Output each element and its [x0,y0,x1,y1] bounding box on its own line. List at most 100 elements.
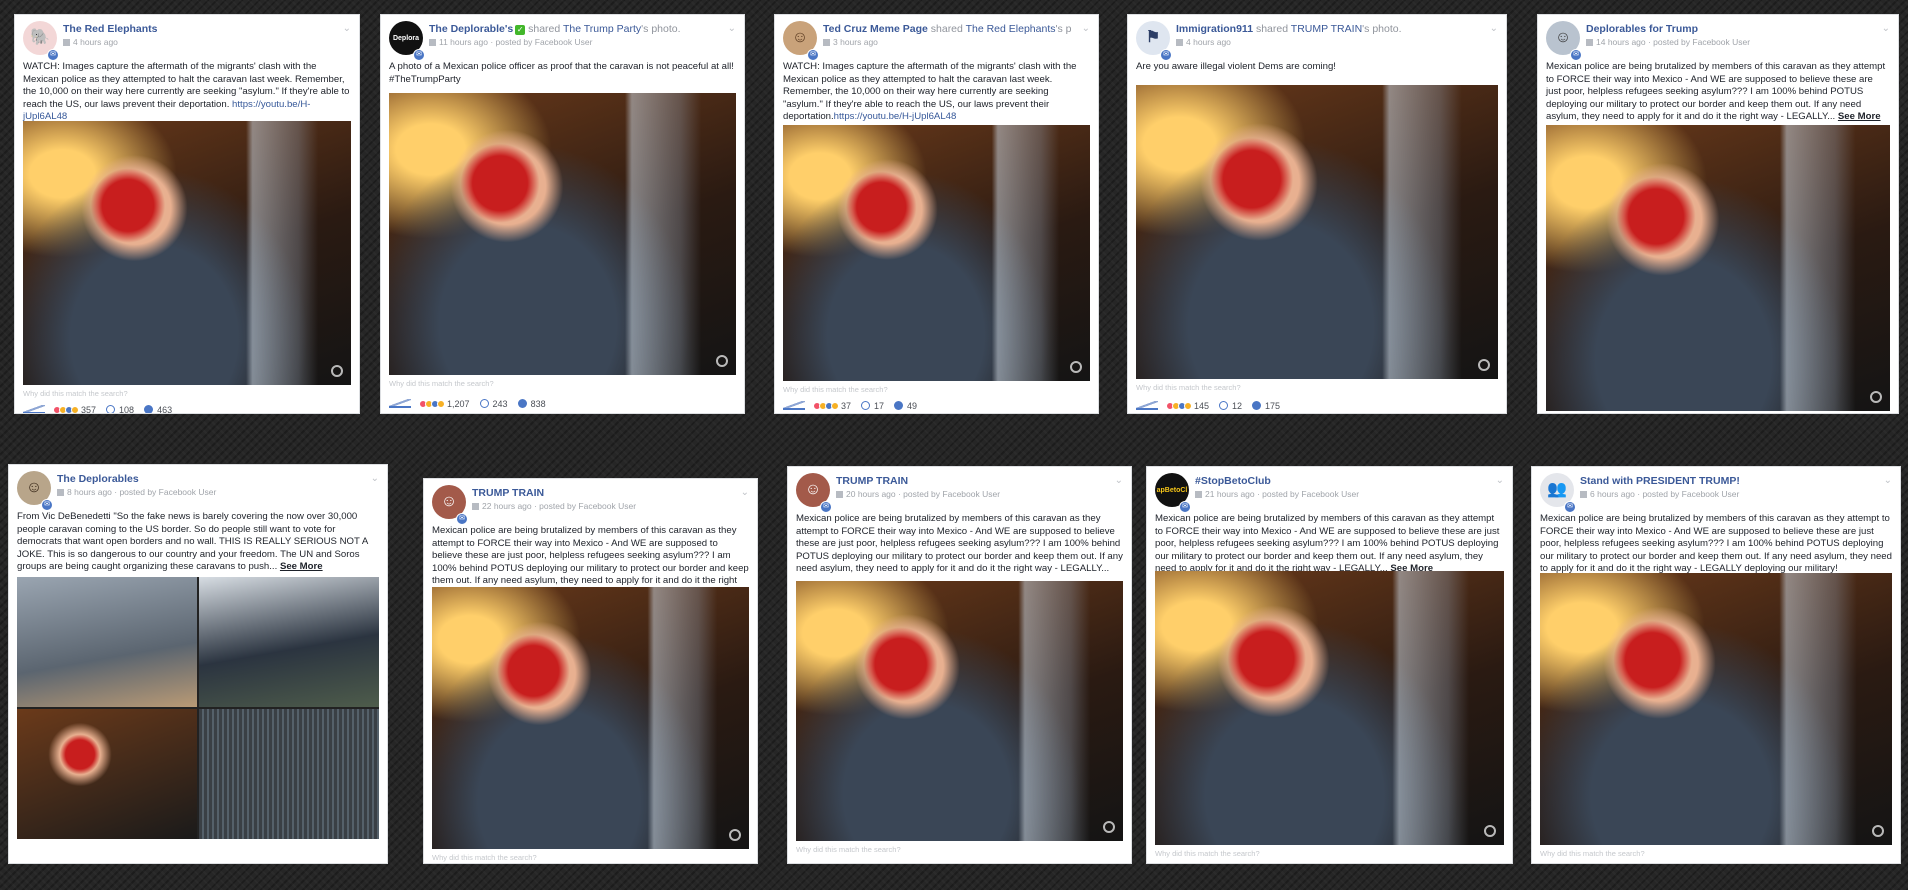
post-timestamp[interactable]: 4 hours ago [1186,37,1231,47]
post-message: Mexican police are being brutalized by m… [1540,513,1892,574]
shared-prefix: shared [1253,23,1291,35]
post-link[interactable]: https://youtu.be/H-jUpl6AL48 [834,111,957,122]
page-name-link[interactable]: Stand with PRESIDENT TRUMP! [1580,475,1740,487]
see-more-link[interactable]: See More [1838,111,1881,122]
why-match-link[interactable]: Why did this match the search? [796,845,901,854]
post-photo[interactable] [1136,85,1498,379]
post-message: A photo of a Mexican police officer as p… [389,61,734,85]
post-photo[interactable] [1155,571,1504,845]
post-timestamp[interactable]: 22 hours ago · posted by Facebook User [482,501,636,511]
shared-page-link[interactable]: TRUMP TRAIN [1291,23,1362,35]
share-count: 49 [907,401,918,411]
reaction-count: 37 [841,401,852,411]
post-header: Deplora ✉ The Deplorable's ✓ shared The Tru… [381,15,744,61]
page-badge-icon: ✉ [1564,501,1576,513]
post-card: 👥 ✉ Stand with PRESIDENT TRUMP! 6 hours ago… [1531,466,1901,864]
page-badge-icon: ✉ [413,49,425,61]
shared-suffix: 's photo. [641,23,681,35]
why-match-link[interactable]: Why did this match the search? [1136,383,1241,392]
page-badge-icon: ✉ [41,499,53,511]
shared-page-link[interactable]: The Trump Party [563,23,641,35]
shared-prefix: shared [927,23,966,35]
post-photo[interactable] [796,581,1123,841]
privacy-icon [1580,491,1587,498]
post-author-line: Stand with PRESIDENT TRUMP! [1580,475,1874,487]
chevron-down-icon[interactable]: ⌄ [1115,475,1123,486]
page-name-link[interactable]: TRUMP TRAIN [836,475,908,487]
chevron-down-icon[interactable]: ⌄ [1490,23,1498,34]
post-timestamp[interactable]: 6 hours ago · posted by Facebook User [1590,489,1739,499]
engagement-stats: 357 108 463 [23,405,182,413]
post-card: Deplora ✉ The Deplorable's ✓ shared The Tru… [380,14,745,414]
shared-suffix: 's photo. [1362,23,1402,35]
why-match-link[interactable]: Why did this match the search? [23,389,128,398]
post-text: From Vic DeBenedetti "So the fake news i… [9,509,387,581]
photo-badge-icon [729,829,741,841]
chevron-down-icon[interactable]: ⌄ [343,23,351,34]
share-icon [517,399,527,408]
privacy-icon [429,39,436,46]
post-timestamp[interactable]: 8 hours ago · posted by Facebook User [67,487,216,497]
photo-badge-icon [1478,359,1490,371]
chevron-down-icon[interactable]: ⌄ [1082,23,1090,34]
collage-photo[interactable] [17,577,197,707]
chevron-down-icon[interactable]: ⌄ [1496,475,1504,486]
chevron-down-icon[interactable]: ⌄ [1882,23,1890,34]
collage-photo[interactable] [17,709,197,839]
post-timestamp[interactable]: 21 hours ago · posted by Facebook User [1205,489,1359,499]
collage-photo[interactable] [199,577,379,707]
post-timestamp[interactable]: 4 hours ago [73,37,118,47]
page-name-link[interactable]: TRUMP TRAIN [472,487,544,499]
post-photo[interactable] [432,587,749,849]
chevron-down-icon[interactable]: ⌄ [741,487,749,498]
post-meta: 21 hours ago · posted by Facebook User [1195,489,1359,499]
post-timestamp[interactable]: 3 hours ago [833,37,878,47]
why-match-link[interactable]: Why did this match the search? [783,385,888,394]
page-name-link[interactable]: Deplorables for Trump [1586,23,1698,35]
chevron-down-icon[interactable]: ⌄ [728,23,736,34]
collage-photo[interactable] [199,709,379,839]
post-message: Mexican police are being brutalized by m… [1546,61,1886,122]
post-photo[interactable] [783,125,1090,381]
post-card: ☺ ✉ Ted Cruz Meme Page shared The Red Elep… [774,14,1099,414]
post-card: 🐘 ✉ The Red Elephants 4 hours ago ⌄ WATCH: Im… [14,14,360,414]
page-name-link[interactable]: #StopBetoClub [1195,475,1271,487]
post-text: Mexican police are being brutalized by m… [788,511,1131,575]
share-count: 175 [1265,401,1281,411]
post-author-line: Ted Cruz Meme Page shared The Red Elepha… [823,23,1072,35]
why-match-link[interactable]: Why did this match the search? [1540,849,1645,858]
why-match-link[interactable]: Why did this match the search? [1155,849,1260,858]
post-photo[interactable] [1546,125,1890,411]
photo-badge-icon [1070,361,1082,373]
page-name-link[interactable]: The Red Elephants [63,23,158,35]
post-photo-collage[interactable] [17,577,379,839]
chevron-down-icon[interactable]: ⌄ [1884,475,1892,486]
post-author-line: The Red Elephants [63,23,333,35]
page-name-link[interactable]: The Deplorable's [429,23,513,35]
comment-icon [1219,401,1229,410]
chevron-down-icon[interactable]: ⌄ [371,473,379,484]
reaction-icon [831,402,839,410]
page-name-link[interactable]: The Deplorables [57,473,139,485]
post-author-line: Deplorables for Trump [1586,23,1872,35]
post-timestamp[interactable]: 11 hours ago · posted by Facebook User [439,37,592,47]
page-name-link[interactable]: Ted Cruz Meme Page [823,23,928,35]
post-photo[interactable] [389,93,736,375]
why-match-link[interactable]: Why did this match the search? [432,853,537,862]
trend-sparkline-icon [783,401,805,410]
post-text: Mexican police are being brutalized by m… [1147,511,1512,575]
post-photo[interactable] [23,121,351,385]
privacy-icon [1586,39,1593,46]
page-name-link[interactable]: Immigration911 [1176,23,1253,35]
post-text: Mexican police are being brutalized by m… [1532,511,1900,575]
post-photo[interactable] [1540,573,1892,845]
post-timestamp[interactable]: 20 hours ago · posted by Facebook User [846,489,1000,499]
post-timestamp[interactable]: 14 hours ago · posted by Facebook User [1596,37,1750,47]
page-badge-icon: ✉ [47,49,59,61]
page-badge-icon: ✉ [1570,49,1582,61]
see-more-link[interactable]: See More [280,561,323,572]
post-meta: 20 hours ago · posted by Facebook User [836,489,1000,499]
shared-page-link[interactable]: The Red Elephants [966,23,1056,35]
why-match-link[interactable]: Why did this match the search? [389,379,494,388]
photo-badge-icon [1870,391,1882,403]
